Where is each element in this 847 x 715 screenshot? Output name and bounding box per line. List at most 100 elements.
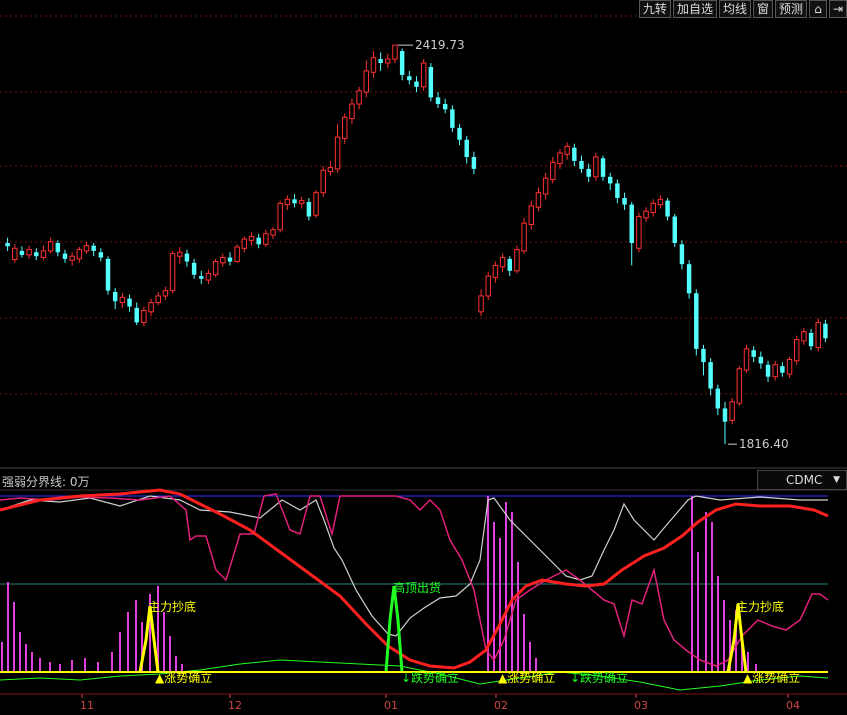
candle-body [270,229,276,236]
forecast-button[interactable]: 预测 [774,0,807,18]
candle-body [69,255,75,261]
low-price-label: 1816.40 [739,437,789,451]
candle-body [112,291,118,302]
candle-body [12,247,18,261]
candle-body [808,333,814,347]
candle-body [715,388,721,409]
add-watchlist-button[interactable]: 加自选 [672,0,717,18]
candle-body [622,198,627,205]
subchart-label: 强弱分界线: 0万 [2,475,90,489]
moving-average-button[interactable]: 均线 [718,0,751,18]
candle-body [586,168,591,177]
green-spike [384,585,404,673]
candle-body [284,198,291,206]
candle-body [464,139,469,157]
candle-body [793,339,800,362]
candle-body [119,296,126,304]
candle-body [420,62,427,88]
candle-body [334,136,341,170]
candle-body [772,364,778,378]
stock-chart: 2419.73 1816.40 主力抄底 高顶出货主力抄底 ▲涨势确立 ↓跌势确立 ▲涨势确… [0,15,847,712]
candle-body [98,252,104,258]
candle-body [435,97,441,105]
candle-body [399,51,405,75]
x-tick-label: 04 [786,699,800,712]
candle-body [801,331,807,342]
candle-body [657,198,664,206]
candle-body [241,238,248,249]
chevron-down-icon: ▼ [833,475,840,485]
candle-body [169,253,176,292]
candle-body [141,310,147,323]
candle-body [407,76,412,81]
candle-body [535,192,542,208]
candle-body [55,243,61,253]
signal-marker: ▲涨势确立 [498,670,555,685]
indicator-tab-label: CDMC [786,473,823,487]
candle-body [205,272,212,281]
annotation-label: 高顶出货 [393,580,441,595]
candle-body [701,348,706,363]
candle-body [492,265,499,278]
x-tick-label: 12 [228,699,242,712]
candle-body [199,276,204,279]
candle-body [428,66,434,98]
candle-body [499,257,506,268]
candle-body [184,253,190,262]
candle-body [607,176,613,184]
candle-body [127,298,132,307]
candle-body [91,245,96,251]
candle-body [256,237,261,245]
candle-body [212,261,219,276]
candle-body [579,160,584,169]
candle-body [679,244,685,265]
candle-body [708,362,713,389]
candle-body [600,158,606,177]
candle-body [47,241,54,252]
candle-body [542,177,549,195]
candle-body [277,202,283,231]
indicator-tab[interactable]: CDMC ▼ [757,470,847,490]
signal-marker: ▲涨势确立 [743,670,800,685]
nine-turn-button[interactable]: 九转 [638,0,671,18]
candle-body [471,156,477,169]
candle-body [743,348,750,371]
x-tick-label: 01 [384,699,398,712]
candle-body [26,249,32,256]
candle-body [636,216,642,249]
candle-body [528,205,535,225]
candle-body [105,258,111,291]
ma-line [0,488,829,670]
annotation-label: 主力抄底 [148,599,196,614]
candle-body [83,245,90,252]
candle-body [292,199,297,204]
signal-marker: ↓跌势确立 [570,670,628,685]
candle-body [148,302,154,313]
signal-marker: ↓跌势确立 [401,670,459,685]
candle-body [313,192,319,216]
candle-body [227,257,233,262]
candle-body [342,116,348,139]
high-price-label: 2419.73 [415,38,465,52]
candle-body [485,275,491,297]
candle-body [363,70,370,93]
candle-body [191,262,197,275]
candle-body [780,366,785,373]
candle-body [155,295,161,304]
candle-body [564,145,570,155]
candle-body [615,183,620,198]
exit-icon[interactable]: ⇥ [829,0,847,18]
candle-body [327,167,334,173]
x-tick-label: 03 [634,699,648,712]
candle-body [162,290,169,297]
candle-body [736,368,743,404]
lock-icon[interactable]: ⌂ [809,0,827,18]
candle-body [521,222,527,252]
candle-body [220,257,226,264]
window-button[interactable]: 窗 [752,0,773,18]
candle-body [823,323,828,339]
candle-body [320,169,326,194]
candle-body [694,293,699,349]
candle-body [356,90,362,105]
candle-body [392,44,398,60]
